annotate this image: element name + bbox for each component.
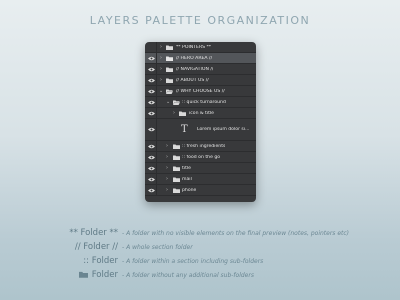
layer-label: phone [182, 187, 197, 193]
legend-row-section-folder: // Folder // - A whole section folder [0, 242, 400, 254]
chevron-down-icon[interactable]: ⌄ [159, 88, 163, 94]
eye-icon[interactable] [148, 111, 155, 116]
chevron-right-icon[interactable]: › [160, 77, 164, 83]
legend-key: Folder [91, 270, 118, 280]
folder-icon [173, 177, 180, 182]
chevron-right-icon[interactable]: › [160, 55, 164, 61]
layer-row-phone[interactable]: › phone [145, 185, 256, 196]
layer-label: :: quick turnaround [182, 99, 226, 105]
layer-row-fresh-ingredients[interactable]: › :: fresh ingredients [145, 141, 256, 152]
folder-open-icon [173, 100, 180, 105]
legend-row-subsection-folder: :: Folder - A folder within a section in… [0, 256, 400, 268]
legend-key-group: Folder [78, 270, 118, 280]
folder-icon [78, 271, 88, 278]
folder-icon [166, 45, 173, 50]
chevron-right-icon[interactable]: › [160, 66, 164, 72]
legend-key: ** Folder ** [69, 228, 118, 238]
legend-row-pointer-folder: ** Folder ** - A folder with no visible … [0, 228, 400, 240]
eye-icon[interactable] [148, 56, 155, 61]
layer-row-quick-turnaround[interactable]: ⌄ :: quick turnaround [145, 97, 256, 108]
chevron-right-icon[interactable]: › [173, 110, 177, 116]
eye-icon[interactable] [148, 166, 155, 171]
chevron-right-icon[interactable]: › [166, 154, 170, 160]
text-layer-icon: T [181, 124, 188, 135]
folder-icon [173, 155, 180, 160]
layer-label: icon & title [189, 110, 215, 116]
layer-row-icon-title[interactable]: › icon & title [145, 108, 256, 119]
chevron-right-icon[interactable]: › [160, 44, 164, 50]
layers-panel: › ** POINTERS ** › // HERO AREA // › // … [145, 42, 256, 202]
chevron-right-icon[interactable]: › [166, 165, 170, 171]
chevron-right-icon[interactable]: › [166, 187, 170, 193]
folder-icon [166, 56, 173, 61]
layer-label: // ABOUT US // [176, 77, 209, 83]
folder-open-icon [166, 89, 173, 94]
layer-row-navigation[interactable]: › // NAVIGATION // [145, 64, 256, 75]
page-title: LAYERS PALETTE ORGANIZATION [89, 14, 311, 27]
layer-label: Lorem ipsum dolor si... [197, 127, 250, 132]
eye-icon[interactable] [148, 188, 155, 193]
layer-label: mail [182, 176, 192, 182]
legend-row-plain-folder: Folder - A folder without any additional… [0, 270, 400, 282]
folder-icon [179, 111, 186, 116]
legend-desc: - A folder without any additional sub-fo… [122, 272, 254, 279]
legend-desc: - A folder with no visible elements on t… [122, 230, 350, 237]
chevron-right-icon[interactable]: › [166, 143, 170, 149]
layer-label: :: fresh ingredients [182, 143, 226, 149]
chevron-down-icon[interactable]: ⌄ [166, 99, 170, 105]
layer-label: :: food on the go [182, 154, 221, 160]
folder-icon [173, 144, 180, 149]
folder-icon [173, 188, 180, 193]
layer-row-hero-area[interactable]: › // HERO AREA // [145, 53, 256, 64]
eye-icon[interactable] [148, 89, 155, 94]
layer-label: // HERO AREA // [176, 55, 213, 61]
layer-label: // WHY CHOOSE US // [176, 88, 225, 94]
layer-row-pointers[interactable]: › ** POINTERS ** [145, 42, 256, 53]
eye-icon[interactable] [148, 127, 155, 132]
legend-key: :: Folder [83, 256, 118, 266]
layer-label: // NAVIGATION // [176, 66, 214, 72]
visibility-slot-empty[interactable] [145, 42, 157, 52]
eye-icon[interactable] [148, 144, 155, 149]
layer-row-why-choose-us[interactable]: ⌄ // WHY CHOOSE US // [145, 86, 256, 97]
folder-icon [166, 78, 173, 83]
eye-icon[interactable] [148, 78, 155, 83]
layer-label: ** POINTERS ** [176, 44, 212, 50]
legend-desc: - A folder within a section including su… [122, 258, 264, 265]
eye-icon[interactable] [148, 177, 155, 182]
legend-key: // Folder // [74, 242, 118, 252]
layer-row-lorem-text[interactable]: T Lorem ipsum dolor si... [145, 119, 256, 141]
eye-icon[interactable] [148, 100, 155, 105]
eye-icon[interactable] [148, 67, 155, 72]
layer-label: title [182, 165, 191, 171]
folder-icon [173, 166, 180, 171]
folder-icon [166, 67, 173, 72]
layer-row-mail[interactable]: › mail [145, 174, 256, 185]
legend-desc: - A whole section folder [122, 244, 193, 251]
eye-icon[interactable] [148, 155, 155, 160]
layer-row-food-on-the-go[interactable]: › :: food on the go [145, 152, 256, 163]
chevron-right-icon[interactable]: › [166, 176, 170, 182]
layer-row-title[interactable]: › title [145, 163, 256, 174]
layer-row-about-us[interactable]: › // ABOUT US // [145, 75, 256, 86]
